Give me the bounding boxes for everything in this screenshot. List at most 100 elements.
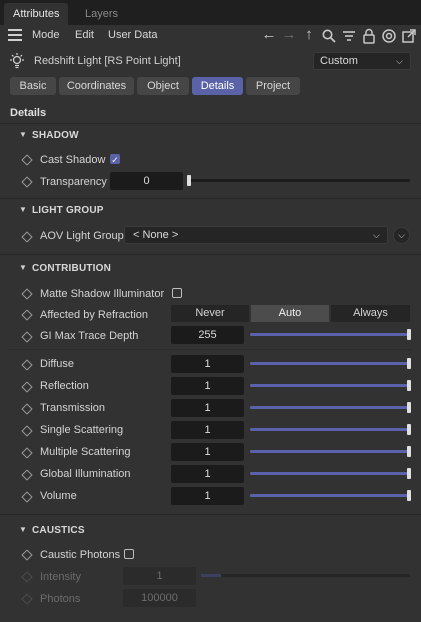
contribution-row-slider-knob[interactable] bbox=[407, 402, 411, 413]
filter-icon[interactable] bbox=[341, 28, 357, 44]
contribution-row-slider-fill bbox=[250, 384, 410, 387]
keyframe-diamond-icon[interactable] bbox=[21, 447, 33, 459]
keyframe-diamond-icon[interactable] bbox=[21, 381, 33, 393]
contribution-row-field[interactable]: 1 bbox=[171, 443, 244, 461]
tab-basic[interactable]: Basic bbox=[10, 77, 56, 95]
tab-layers[interactable]: Layers bbox=[76, 3, 127, 25]
tab-object[interactable]: Object bbox=[137, 77, 189, 95]
section-contribution-title: CONTRIBUTION bbox=[32, 263, 112, 274]
collapse-triangle-icon[interactable]: ▼ bbox=[19, 130, 27, 139]
divider bbox=[0, 254, 421, 255]
tab-details[interactable]: Details bbox=[192, 77, 243, 95]
keyframe-diamond-icon[interactable] bbox=[21, 491, 33, 503]
gi-slider-knob[interactable] bbox=[407, 329, 411, 340]
tab-attributes[interactable]: Attributes bbox=[4, 3, 69, 25]
contribution-row-slider-knob[interactable] bbox=[407, 490, 411, 501]
preset-dropdown[interactable]: Custom ⌵ bbox=[313, 52, 411, 70]
contribution-row-slider[interactable] bbox=[250, 472, 410, 475]
keyframe-diamond-icon[interactable] bbox=[21, 403, 33, 415]
caustic-photons-checkbox[interactable] bbox=[124, 549, 134, 559]
tab-coordinates[interactable]: Coordinates bbox=[59, 77, 134, 95]
light-bulb-icon bbox=[8, 52, 26, 70]
keyframe-diamond-icon[interactable] bbox=[21, 359, 33, 371]
collapse-triangle-icon[interactable]: ▼ bbox=[19, 525, 27, 534]
contribution-row-field[interactable]: 1 bbox=[171, 355, 244, 373]
contribution-row-field[interactable]: 1 bbox=[171, 487, 244, 505]
contribution-row-slider-fill bbox=[250, 362, 410, 365]
contribution-row-field[interactable]: 1 bbox=[171, 399, 244, 417]
up-arrow-icon[interactable]: ↑ bbox=[301, 27, 317, 43]
refraction-option-always[interactable]: Always bbox=[331, 305, 410, 322]
contribution-row-slider-fill bbox=[250, 406, 410, 409]
chevron-circle-icon[interactable]: ⌵ bbox=[393, 227, 410, 244]
contribution-row-slider[interactable] bbox=[250, 384, 410, 387]
gi-max-trace-depth-slider[interactable] bbox=[250, 333, 410, 336]
transparency-slider-knob[interactable] bbox=[187, 175, 191, 186]
tab-bar: Attributes Layers bbox=[0, 0, 421, 25]
contribution-row-slider[interactable] bbox=[250, 428, 410, 431]
keyframe-diamond-icon[interactable] bbox=[21, 176, 33, 188]
back-arrow-icon[interactable]: ← bbox=[261, 27, 277, 43]
divider bbox=[8, 349, 411, 350]
forward-arrow-icon[interactable]: → bbox=[281, 27, 297, 43]
menu-user-data[interactable]: User Data bbox=[108, 29, 158, 41]
contribution-row-label: Reflection bbox=[40, 380, 89, 392]
contribution-row-slider-knob[interactable] bbox=[407, 446, 411, 457]
contribution-row-slider-knob[interactable] bbox=[407, 380, 411, 391]
tab-project[interactable]: Project bbox=[246, 77, 300, 95]
contribution-row-label: Single Scattering bbox=[40, 424, 124, 436]
transparency-slider[interactable] bbox=[188, 179, 410, 182]
section-shadow-title: SHADOW bbox=[32, 130, 79, 141]
keyframe-diamond-icon[interactable] bbox=[21, 231, 33, 243]
divider bbox=[0, 514, 421, 515]
contribution-row-slider-knob[interactable] bbox=[407, 358, 411, 369]
contribution-row-slider-fill bbox=[250, 472, 410, 475]
lock-icon[interactable] bbox=[361, 28, 377, 44]
transparency-field[interactable]: 0 bbox=[110, 172, 183, 190]
collapse-triangle-icon[interactable]: ▼ bbox=[19, 205, 27, 214]
contribution-row-label: Global Illumination bbox=[40, 468, 131, 480]
preset-value: Custom bbox=[320, 55, 358, 67]
cast-shadow-checkbox[interactable]: ✓ bbox=[110, 154, 120, 165]
menu-bar: Mode Edit User Data ← → ↑ bbox=[0, 25, 421, 47]
refraction-option-auto[interactable]: Auto bbox=[251, 305, 329, 322]
keyframe-diamond-icon[interactable] bbox=[21, 331, 33, 343]
keyframe-diamond-icon[interactable] bbox=[21, 309, 33, 321]
transparency-label: Transparency bbox=[40, 176, 107, 188]
contribution-row-slider[interactable] bbox=[250, 450, 410, 453]
contribution-row-slider-knob[interactable] bbox=[407, 424, 411, 435]
contribution-row-slider[interactable] bbox=[250, 494, 410, 497]
keyframe-diamond-icon[interactable] bbox=[21, 288, 33, 300]
contribution-row-field[interactable]: 1 bbox=[171, 377, 244, 395]
collapse-triangle-icon[interactable]: ▼ bbox=[19, 263, 27, 272]
keyframe-diamond-icon[interactable] bbox=[21, 425, 33, 437]
matte-shadow-checkbox[interactable] bbox=[172, 288, 182, 298]
contribution-row-slider-fill bbox=[250, 494, 410, 497]
keyframe-diamond-icon[interactable] bbox=[21, 154, 33, 166]
intensity-field: 1 bbox=[123, 567, 196, 585]
contribution-row-label: Diffuse bbox=[40, 358, 75, 370]
photons-label: Photons bbox=[40, 593, 81, 605]
contribution-row-field[interactable]: 1 bbox=[171, 421, 244, 439]
search-icon[interactable] bbox=[321, 28, 337, 44]
gi-max-trace-depth-label: GI Max Trace Depth bbox=[40, 330, 139, 342]
keyframe-diamond-icon[interactable] bbox=[21, 469, 33, 481]
section-caustics-title: CAUSTICS bbox=[32, 525, 85, 536]
menu-mode[interactable]: Mode bbox=[32, 29, 60, 41]
menu-edit[interactable]: Edit bbox=[75, 29, 94, 41]
gi-max-trace-depth-field[interactable]: 255 bbox=[171, 326, 244, 344]
keyframe-diamond-icon bbox=[21, 571, 33, 583]
contribution-row-slider[interactable] bbox=[250, 362, 410, 365]
contribution-row-field[interactable]: 1 bbox=[171, 465, 244, 483]
aov-light-group-dropdown[interactable]: < None > ⌵ bbox=[124, 226, 388, 244]
new-window-icon[interactable] bbox=[401, 28, 417, 44]
keyframe-diamond-icon[interactable] bbox=[21, 549, 33, 561]
hamburger-menu-icon[interactable] bbox=[8, 29, 22, 41]
divider bbox=[0, 198, 421, 199]
contribution-row-slider[interactable] bbox=[250, 406, 410, 409]
cast-shadow-label: Cast Shadow bbox=[40, 154, 106, 166]
contribution-row-slider-knob[interactable] bbox=[407, 468, 411, 479]
chevron-down-icon: ⌵ bbox=[373, 230, 380, 240]
target-icon[interactable] bbox=[381, 28, 397, 44]
refraction-option-never[interactable]: Never bbox=[171, 305, 249, 322]
